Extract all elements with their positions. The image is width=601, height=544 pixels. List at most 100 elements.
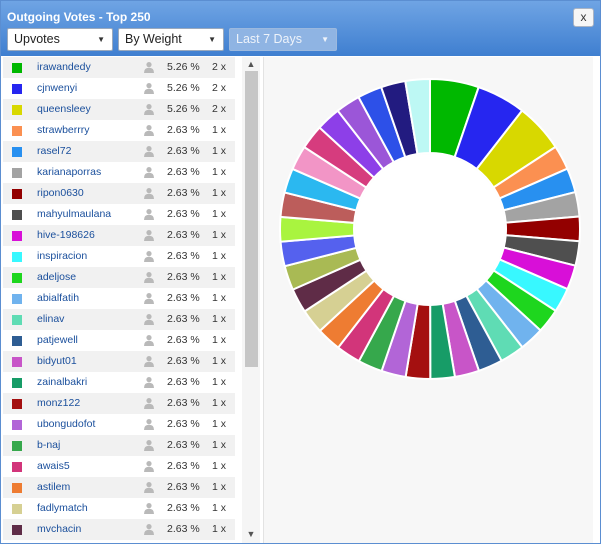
color-swatch	[12, 231, 22, 241]
voter-name[interactable]: bidyut01	[37, 355, 77, 367]
voter-name[interactable]: queensleey	[37, 103, 91, 115]
list-item[interactable]: strawberrry 2.63 % 1 x	[3, 120, 235, 141]
color-swatch	[12, 420, 22, 430]
voter-name[interactable]: zainalbakri	[37, 376, 87, 388]
vote-percent: 2.63 %	[167, 292, 200, 304]
vote-percent: 5.26 %	[167, 82, 200, 94]
list-item[interactable]: astilem 2.63 % 1 x	[3, 477, 235, 498]
vote-percent: 5.26 %	[167, 103, 200, 115]
list-item[interactable]: b-naj 2.63 % 1 x	[3, 435, 235, 456]
vote-count: 1 x	[212, 439, 227, 451]
scroll-down-arrow-icon[interactable]: ▼	[242, 527, 260, 541]
user-icon[interactable]	[143, 523, 155, 535]
user-icon[interactable]	[143, 397, 155, 409]
user-icon[interactable]	[143, 439, 155, 451]
voter-name[interactable]: mvchacin	[37, 523, 81, 535]
voter-name[interactable]: ripon0630	[37, 187, 84, 199]
vote-percent: 2.63 %	[167, 376, 200, 388]
voter-name[interactable]: abialfatih	[37, 292, 79, 304]
vote-percent: 2.63 %	[167, 145, 200, 157]
user-icon[interactable]	[143, 418, 155, 430]
voter-name[interactable]: awais5	[37, 460, 70, 472]
sort-select[interactable]: By Weight ▼	[118, 28, 224, 51]
user-icon[interactable]	[143, 460, 155, 472]
scroll-thumb[interactable]	[245, 71, 258, 367]
user-icon[interactable]	[143, 313, 155, 325]
color-swatch	[12, 84, 22, 94]
dialog-titlebar[interactable]: Outgoing Votes - Top 250 x Upvotes ▼ By …	[1, 1, 600, 56]
voter-name[interactable]: b-naj	[37, 439, 60, 451]
vote-percent: 2.63 %	[167, 229, 200, 241]
voter-name[interactable]: ubongudofot	[37, 418, 95, 430]
user-icon[interactable]	[143, 271, 155, 283]
user-icon[interactable]	[143, 502, 155, 514]
close-button[interactable]: x	[573, 8, 594, 27]
list-item[interactable]: queensleey 5.26 % 2 x	[3, 99, 235, 120]
voter-name[interactable]: rasel72	[37, 145, 71, 157]
user-icon[interactable]	[143, 208, 155, 220]
user-icon[interactable]	[143, 124, 155, 136]
voter-name[interactable]: fadlymatch	[37, 502, 88, 514]
voter-name[interactable]: mahyulmaulana	[37, 208, 111, 220]
list-item[interactable]: rasel72 2.63 % 1 x	[3, 141, 235, 162]
color-swatch	[12, 273, 22, 283]
list-item[interactable]: irawandedy 5.26 % 2 x	[3, 57, 235, 78]
voter-name[interactable]: strawberrry	[37, 124, 90, 136]
color-swatch	[12, 252, 22, 262]
list-item[interactable]: zainalbakri 2.63 % 1 x	[3, 372, 235, 393]
list-item[interactable]: elinav 2.63 % 1 x	[3, 309, 235, 330]
list-item[interactable]: mahyulmaulana 2.63 % 1 x	[3, 204, 235, 225]
user-icon[interactable]	[143, 145, 155, 157]
voter-name[interactable]: karianaporras	[37, 166, 101, 178]
voter-name[interactable]: inspiracion	[37, 250, 87, 262]
list-item[interactable]: ubongudofot 2.63 % 1 x	[3, 414, 235, 435]
list-item[interactable]: awais5 2.63 % 1 x	[3, 456, 235, 477]
voter-name[interactable]: monz122	[37, 397, 80, 409]
user-icon[interactable]	[143, 292, 155, 304]
color-swatch	[12, 147, 22, 157]
color-swatch	[12, 189, 22, 199]
user-icon[interactable]	[143, 187, 155, 199]
user-icon[interactable]	[143, 82, 155, 94]
vote-type-select[interactable]: Upvotes ▼	[7, 28, 113, 51]
voter-name[interactable]: adeljose	[37, 271, 76, 283]
list-item[interactable]: karianaporras 2.63 % 1 x	[3, 162, 235, 183]
vote-count: 1 x	[212, 313, 227, 325]
voter-name[interactable]: elinav	[37, 313, 64, 325]
list-item[interactable]: fadlymatch 2.63 % 1 x	[3, 498, 235, 519]
user-icon[interactable]	[143, 166, 155, 178]
vote-percent: 2.63 %	[167, 523, 200, 535]
voter-name[interactable]: patjewell	[37, 334, 78, 346]
vote-count: 2 x	[212, 61, 227, 73]
list-item[interactable]: ripon0630 2.63 % 1 x	[3, 183, 235, 204]
list-item[interactable]: adeljose 2.63 % 1 x	[3, 267, 235, 288]
voter-name[interactable]: astilem	[37, 481, 70, 493]
list-item[interactable]: mvchacin 2.63 % 1 x	[3, 519, 235, 540]
list-item[interactable]: abialfatih 2.63 % 1 x	[3, 288, 235, 309]
user-icon[interactable]	[143, 61, 155, 73]
color-swatch	[12, 105, 22, 115]
period-select: Last 7 Days ▼	[229, 28, 337, 51]
list-item[interactable]: monz122 2.63 % 1 x	[3, 393, 235, 414]
vote-percent: 2.63 %	[167, 481, 200, 493]
user-icon[interactable]	[143, 376, 155, 388]
user-icon[interactable]	[143, 103, 155, 115]
vote-percent: 2.63 %	[167, 124, 200, 136]
list-item[interactable]: patjewell 2.63 % 1 x	[3, 330, 235, 351]
voter-name[interactable]: irawandedy	[37, 61, 91, 73]
user-icon[interactable]	[143, 355, 155, 367]
list-scrollbar[interactable]: ▲ ▼	[242, 57, 260, 543]
list-item[interactable]: inspiracion 2.63 % 1 x	[3, 246, 235, 267]
list-item[interactable]: cjnwenyi 5.26 % 2 x	[3, 78, 235, 99]
chevron-down-icon: ▼	[208, 35, 216, 44]
scroll-up-arrow-icon[interactable]: ▲	[242, 57, 260, 71]
list-item[interactable]: hive-198626 2.63 % 1 x	[3, 225, 235, 246]
vote-percent: 2.63 %	[167, 397, 200, 409]
user-icon[interactable]	[143, 250, 155, 262]
user-icon[interactable]	[143, 229, 155, 241]
voter-name[interactable]: hive-198626	[37, 229, 95, 241]
list-item[interactable]: bidyut01 2.63 % 1 x	[3, 351, 235, 372]
user-icon[interactable]	[143, 334, 155, 346]
user-icon[interactable]	[143, 481, 155, 493]
voter-name[interactable]: cjnwenyi	[37, 82, 77, 94]
